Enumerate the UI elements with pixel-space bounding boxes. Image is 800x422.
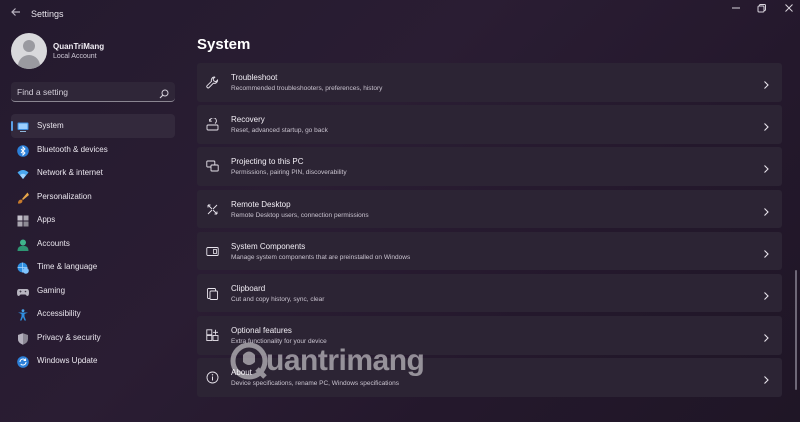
card-title: Troubleshoot (231, 73, 278, 82)
chevron-right-icon (762, 77, 770, 89)
app-title: Settings (31, 9, 64, 19)
sidebar-item-label: Time & language (37, 262, 98, 271)
apps-icon (17, 214, 29, 227)
chevron-right-icon (762, 119, 770, 132)
watermark-text: uantrimang (266, 344, 425, 377)
update-icon (17, 355, 29, 368)
chevron-right-icon (762, 204, 770, 216)
scrollbar[interactable] (795, 270, 797, 390)
shield-icon (17, 332, 29, 345)
accounts-icon (17, 238, 29, 251)
sidebar-item-label: Accounts (37, 238, 70, 248)
sidebar-item-windows-update[interactable]: Windows Update (11, 349, 175, 373)
sidebar-item-apps[interactable]: Apps (11, 208, 175, 232)
wifi-icon (17, 167, 29, 179)
back-arrow-icon[interactable] (8, 6, 24, 22)
card-subtitle: Remote Desktop users, connection permiss… (231, 211, 369, 219)
sidebar-item-accounts[interactable]: Accounts (11, 232, 175, 256)
sidebar-item-label: Apps (37, 215, 56, 224)
account-type: Local Account (53, 53, 97, 60)
maximize-icon[interactable] (751, 3, 773, 19)
sidebar-item-label: Accessibility (37, 309, 81, 318)
globe-clock-icon (17, 261, 29, 274)
setting-clipboard[interactable]: Clipboard Cut and copy history, sync, cl… (197, 273, 782, 313)
card-subtitle: Reset, advanced startup, go back (231, 127, 328, 135)
sidebar-item-label: Windows Update (37, 356, 98, 365)
card-subtitle: Cut and copy history, sync, clear (231, 295, 325, 303)
setting-troubleshoot[interactable]: Troubleshoot Recommended troubleshooters… (197, 63, 782, 102)
chevron-right-icon (762, 372, 770, 385)
chevron-right-icon (762, 246, 770, 258)
remote-desktop-icon (206, 203, 219, 216)
sidebar-item-network-internet[interactable]: Network & internet (11, 161, 175, 185)
card-title: Remote Desktop (231, 199, 291, 209)
card-title: Projecting to this PC (231, 157, 304, 167)
card-title: System Components (231, 241, 306, 251)
sidebar-item-label: System (37, 121, 64, 130)
search-input[interactable] (17, 85, 147, 98)
sidebar-item-label: Network & internet (37, 168, 103, 177)
sidebar-item-system[interactable]: System (11, 114, 175, 138)
card-subtitle: Permissions, pairing PIN, discoverabilit… (231, 169, 347, 177)
user-name: QuanTriMang (53, 42, 105, 51)
info-icon (206, 371, 219, 384)
card-subtitle: Manage system components that are preins… (231, 253, 411, 261)
page-title: System (197, 36, 251, 53)
minimize-icon[interactable] (725, 3, 747, 19)
watermark: uantrimang (228, 334, 458, 388)
sidebar-item-label: Privacy & security (37, 332, 101, 342)
projecting-icon (206, 160, 219, 173)
sidebar-nav: System Bluetooth & devices Network & int… (11, 114, 175, 373)
chevron-right-icon (762, 161, 770, 174)
optional-features-icon (206, 329, 219, 342)
sidebar-item-privacy-security[interactable]: Privacy & security (11, 326, 175, 350)
sidebar-item-label: Gaming (37, 285, 66, 295)
sidebar-item-bluetooth-devices[interactable]: Bluetooth & devices (11, 138, 175, 162)
recovery-icon (206, 117, 219, 131)
title-bar: Settings (0, 0, 800, 28)
chevron-right-icon (762, 288, 770, 300)
sidebar-item-time-language[interactable]: Time & language (11, 255, 175, 279)
card-title: Recovery (231, 115, 265, 125)
sidebar-item-gaming[interactable]: Gaming (11, 279, 175, 303)
setting-remote-desktop[interactable]: Remote Desktop Remote Desktop users, con… (197, 189, 782, 229)
card-subtitle: Recommended troubleshooters, preferences… (231, 85, 383, 92)
setting-system-components[interactable]: System Components Manage system componen… (197, 231, 782, 271)
accessibility-icon (17, 308, 29, 321)
gamepad-icon (17, 285, 29, 297)
search-box[interactable] (11, 82, 175, 102)
brush-icon (17, 191, 29, 204)
bluetooth-icon (17, 144, 29, 157)
clipboard-icon (206, 287, 219, 300)
system-icon (17, 120, 29, 132)
wrench-icon (206, 76, 219, 89)
close-icon[interactable] (778, 3, 800, 19)
setting-recovery[interactable]: Recovery Reset, advanced startup, go bac… (197, 105, 782, 144)
card-title: Clipboard (231, 283, 266, 293)
watermark-logo-icon (228, 340, 270, 382)
search-icon[interactable] (159, 86, 169, 99)
chevron-right-icon (762, 330, 770, 343)
components-icon (206, 245, 219, 258)
avatar[interactable] (11, 33, 47, 69)
active-indicator (11, 121, 13, 131)
sidebar-item-personalization[interactable]: Personalization (11, 185, 175, 209)
sidebar-item-label: Personalization (37, 191, 92, 201)
sidebar-item-label: Bluetooth & devices (37, 144, 108, 154)
sidebar-item-accessibility[interactable]: Accessibility (11, 302, 175, 326)
setting-projecting-to-this-pc[interactable]: Projecting to this PC Permissions, pairi… (197, 147, 782, 186)
